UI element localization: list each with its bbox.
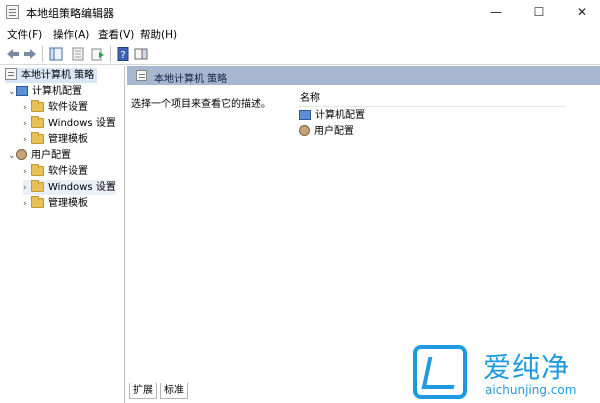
properties-icon[interactable] <box>70 46 86 62</box>
column-header-name[interactable]: 名称 <box>298 90 566 107</box>
tab-standard[interactable]: 标准 <box>160 383 188 399</box>
chevron-right-icon[interactable]: › <box>23 101 31 116</box>
chevron-down-icon[interactable]: ⌄ <box>8 85 16 100</box>
menu-view[interactable]: 查看(V) <box>98 27 134 42</box>
tree-item-label: 软件设置 <box>48 102 88 113</box>
tree-node-computer-config[interactable]: ⌄ 计算机配置 <box>8 84 82 99</box>
tree-node-user-config[interactable]: ⌄ 用户配置 <box>8 148 71 163</box>
list-item-label: 用户配置 <box>314 126 354 137</box>
tree-item-software-settings[interactable]: › 软件设置 <box>23 100 88 115</box>
title-bar: 本地组策略编辑器 — ☐ ✕ <box>0 0 600 24</box>
folder-icon <box>31 164 44 176</box>
watermark-brand: 爱纯净 <box>483 351 571 384</box>
arrow-right-icon[interactable] <box>22 46 38 62</box>
tree-item-label: 管理模板 <box>48 134 88 145</box>
description-text: 选择一个项目来查看它的描述。 <box>131 99 271 110</box>
show-tree-icon[interactable] <box>48 46 64 62</box>
menu-action[interactable]: 操作(A) <box>53 27 89 42</box>
folder-icon <box>31 180 44 192</box>
tree-item-label: 管理模板 <box>48 198 88 209</box>
toolbar-separator <box>42 46 43 62</box>
toolbar: ? <box>0 43 600 65</box>
user-icon <box>299 125 310 136</box>
list-item-label: 计算机配置 <box>315 110 365 121</box>
view-tabs: 扩展 标准 <box>129 383 389 400</box>
tree-pane: 本地计算机 策略 ⌄ 计算机配置 › 软件设置 › Windows 设置 › 管理模板 … <box>0 66 125 403</box>
watermark: 爱纯净 aichunjing.com <box>401 342 600 403</box>
menu-bar: 文件(F) 操作(A) 查看(V) 帮助(H) <box>0 24 600 43</box>
app-icon <box>6 5 19 19</box>
tree-item-label: Windows 设置 <box>48 118 116 129</box>
tree-node-label: 用户配置 <box>31 150 71 161</box>
tree-item-windows-settings[interactable]: › Windows 设置 <box>23 180 116 195</box>
folder-icon <box>31 132 44 144</box>
details-header: 本地计算机 策略 <box>127 66 600 85</box>
help-icon[interactable]: ? <box>115 46 131 62</box>
tab-extended[interactable]: 扩展 <box>129 383 157 399</box>
tree-item-label: 软件设置 <box>48 166 88 177</box>
menu-help[interactable]: 帮助(H) <box>140 27 177 42</box>
watermark-logo-icon <box>413 345 467 399</box>
list-item-computer-config[interactable]: 计算机配置 <box>299 108 365 124</box>
window-title: 本地组策略编辑器 <box>26 7 114 20</box>
chevron-down-icon[interactable]: ⌄ <box>8 149 16 164</box>
computer-icon <box>16 86 28 96</box>
minimize-button[interactable]: — <box>478 0 514 24</box>
policy-icon <box>5 68 17 80</box>
svg-text:?: ? <box>120 50 125 61</box>
tree-item-admin-templates[interactable]: › 管理模板 <box>23 132 88 147</box>
maximize-button[interactable]: ☐ <box>521 0 557 24</box>
arrow-left-icon[interactable] <box>5 46 21 62</box>
tree-item-windows-settings[interactable]: › Windows 设置 <box>23 116 116 131</box>
chevron-right-icon[interactable]: › <box>23 133 31 148</box>
chevron-right-icon[interactable]: › <box>23 165 31 180</box>
show-action-pane-icon[interactable] <box>133 46 149 62</box>
chevron-right-icon[interactable]: › <box>23 197 31 212</box>
toolbar-separator <box>110 46 111 62</box>
tree-item-label: Windows 设置 <box>48 182 116 193</box>
close-button[interactable]: ✕ <box>564 0 600 24</box>
details-header-title: 本地计算机 策略 <box>154 74 228 85</box>
tree-item-software-settings[interactable]: › 软件设置 <box>23 164 88 179</box>
menu-file[interactable]: 文件(F) <box>7 27 42 42</box>
export-icon[interactable] <box>90 46 106 62</box>
chevron-right-icon[interactable]: › <box>23 181 31 196</box>
tree-root-label: 本地计算机 策略 <box>21 70 95 81</box>
folder-icon <box>31 100 44 112</box>
tree-node-label: 计算机配置 <box>32 86 82 97</box>
folder-icon <box>31 116 44 128</box>
folder-icon <box>31 196 44 208</box>
chevron-right-icon[interactable]: › <box>23 117 31 132</box>
policy-icon <box>136 70 147 81</box>
computer-icon <box>299 110 311 120</box>
tree-item-admin-templates[interactable]: › 管理模板 <box>23 196 88 211</box>
user-icon <box>16 149 27 160</box>
watermark-url: aichunjing.com <box>485 383 577 397</box>
list-item-user-config[interactable]: 用户配置 <box>299 124 354 140</box>
tree-root[interactable]: 本地计算机 策略 <box>5 68 97 83</box>
